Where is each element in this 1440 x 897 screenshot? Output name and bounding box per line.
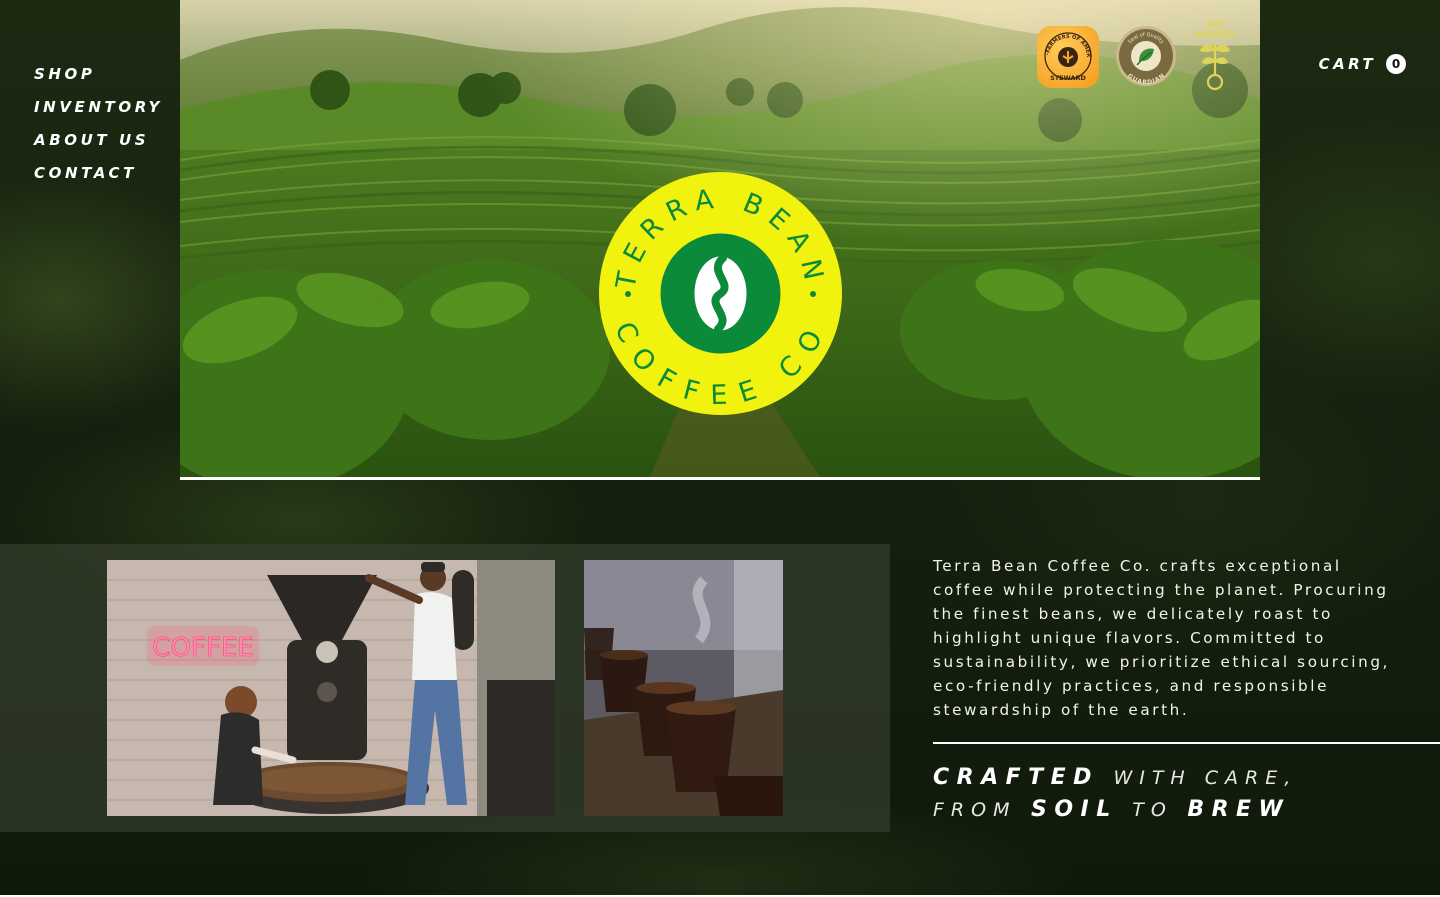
hero-divider (180, 477, 1260, 480)
guardian-seal-badge: Seal of Quality GUARDIAN (1115, 25, 1177, 87)
sprout-icon (1200, 44, 1230, 91)
eco-farmers-steward-badge: ECO-FARMERS OF AMERICA STEWARD (1035, 22, 1099, 88)
tagline-soil: SOIL (1030, 797, 1118, 822)
coffee-cups-photo (584, 560, 783, 816)
tagline-brew: BREW (1187, 797, 1291, 822)
nav-item-contact[interactable]: CONTACT (34, 157, 163, 190)
cart-count-badge: 0 (1386, 54, 1406, 74)
tagline-crafted: CRAFTED (933, 765, 1099, 790)
nav-item-inventory[interactable]: INVENTORY (34, 91, 163, 124)
cart-label: CART (1318, 55, 1376, 73)
about-paragraph: Terra Bean Coffee Co. crafts exceptional… (933, 557, 1390, 719)
tagline-with-care: WITH CARE, (1113, 767, 1298, 789)
nav-item-shop[interactable]: SHOP (34, 58, 163, 91)
tagline: CRAFTED WITH CARE, FROM SOIL TO BREW (933, 762, 1297, 826)
bio-badge-line1: BIO (1207, 20, 1224, 30)
eco-badge-label: STEWARD (1050, 74, 1086, 82)
tagline-from: FROM (933, 799, 1017, 821)
roaster-photo: COFFEE (107, 560, 555, 816)
neon-sign-text: COFFEE (152, 633, 253, 663)
cart-button[interactable]: CART 0 (1319, 54, 1406, 74)
bio-awards-badge: BIO AWARDS (1192, 18, 1238, 98)
about-divider (933, 742, 1440, 744)
nav-item-about-us[interactable]: ABOUT US (34, 124, 163, 157)
bio-badge-line2: AWARDS (1194, 30, 1236, 40)
main-nav: SHOP INVENTORY ABOUT US CONTACT (34, 58, 163, 190)
terra-bean-logo[interactable]: TERRA BEAN COFFEE CO (599, 172, 842, 415)
tagline-to: TO (1132, 799, 1173, 821)
